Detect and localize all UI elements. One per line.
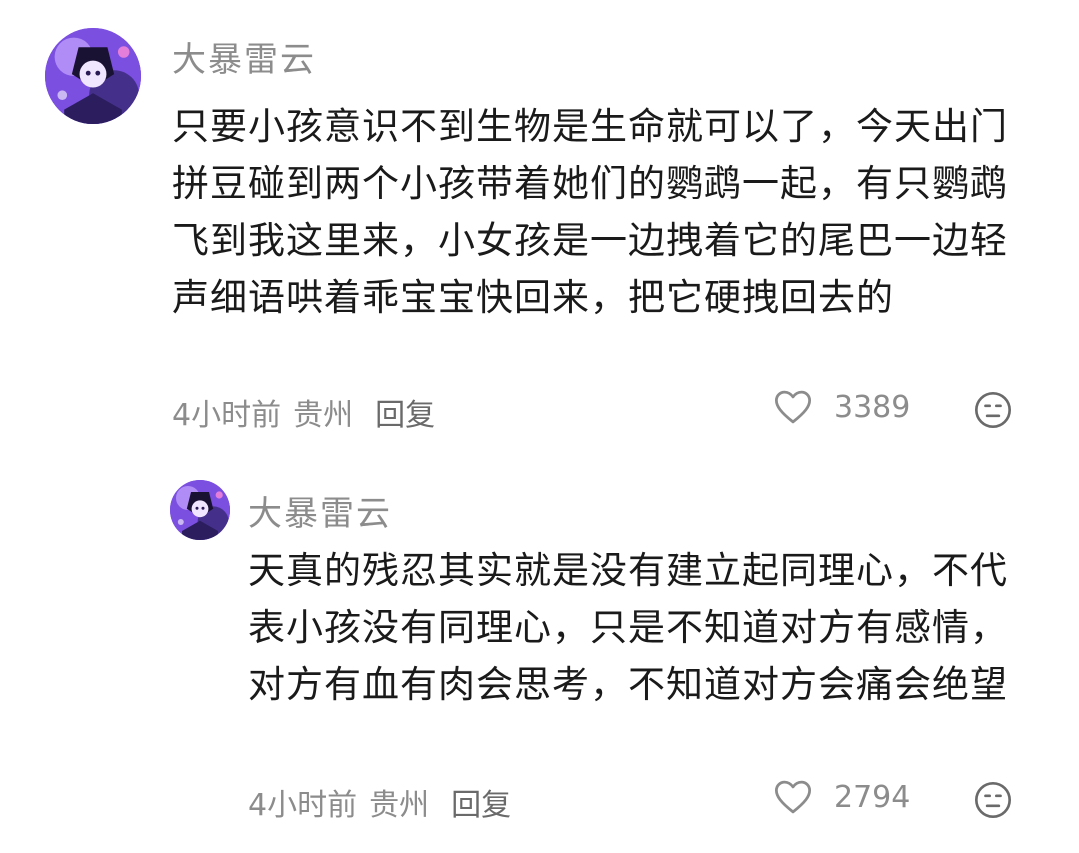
reply-item: 大暴雷云 天真的残忍其实就是没有建立起同理心，不代表小孩没有同理心，只是不知道对…: [0, 460, 1079, 853]
comment-meta: 4小时前 贵州 回复: [172, 390, 447, 434]
comment-location: 贵州: [293, 398, 354, 433]
comment-meta: 4小时前 贵州 回复: [248, 780, 523, 824]
comment-text: 天真的残忍其实就是没有建立起同理心，不代表小孩没有同理心，只是不知道对方有感情，…: [248, 549, 1008, 706]
unhappy-face-icon: [975, 782, 1011, 818]
reply-button[interactable]: 回复: [375, 390, 435, 434]
like-count: 3389: [834, 389, 911, 425]
heart-outline-icon: [774, 780, 812, 814]
avatar-image-icon: [170, 480, 230, 540]
like-button[interactable]: 2794: [772, 776, 910, 818]
user-avatar[interactable]: [45, 28, 141, 124]
comment-item: 大暴雷云 只要小孩意识不到生物是生命就可以了，今天出门拼豆碰到两个小孩带着她们的…: [0, 0, 1079, 460]
dislike-button[interactable]: [973, 390, 1013, 430]
avatar-image-icon: [45, 28, 141, 124]
reply-button[interactable]: 回复: [451, 780, 511, 824]
heart-outline-icon: [774, 390, 812, 424]
comment-time: 4小时前: [172, 398, 282, 433]
user-avatar[interactable]: [170, 480, 230, 540]
like-button[interactable]: 3389: [772, 386, 910, 428]
comment-text: 只要小孩意识不到生物是生命就可以了，今天出门拼豆碰到两个小孩带着她们的鹦鹉一起，…: [172, 105, 1008, 319]
username[interactable]: 大暴雷云: [248, 486, 392, 535]
comment-time: 4小时前: [248, 788, 358, 823]
username[interactable]: 大暴雷云: [172, 32, 316, 81]
like-count: 2794: [834, 779, 911, 815]
dislike-button[interactable]: [973, 780, 1013, 820]
unhappy-face-icon: [975, 392, 1011, 428]
comment-location: 贵州: [369, 788, 430, 823]
